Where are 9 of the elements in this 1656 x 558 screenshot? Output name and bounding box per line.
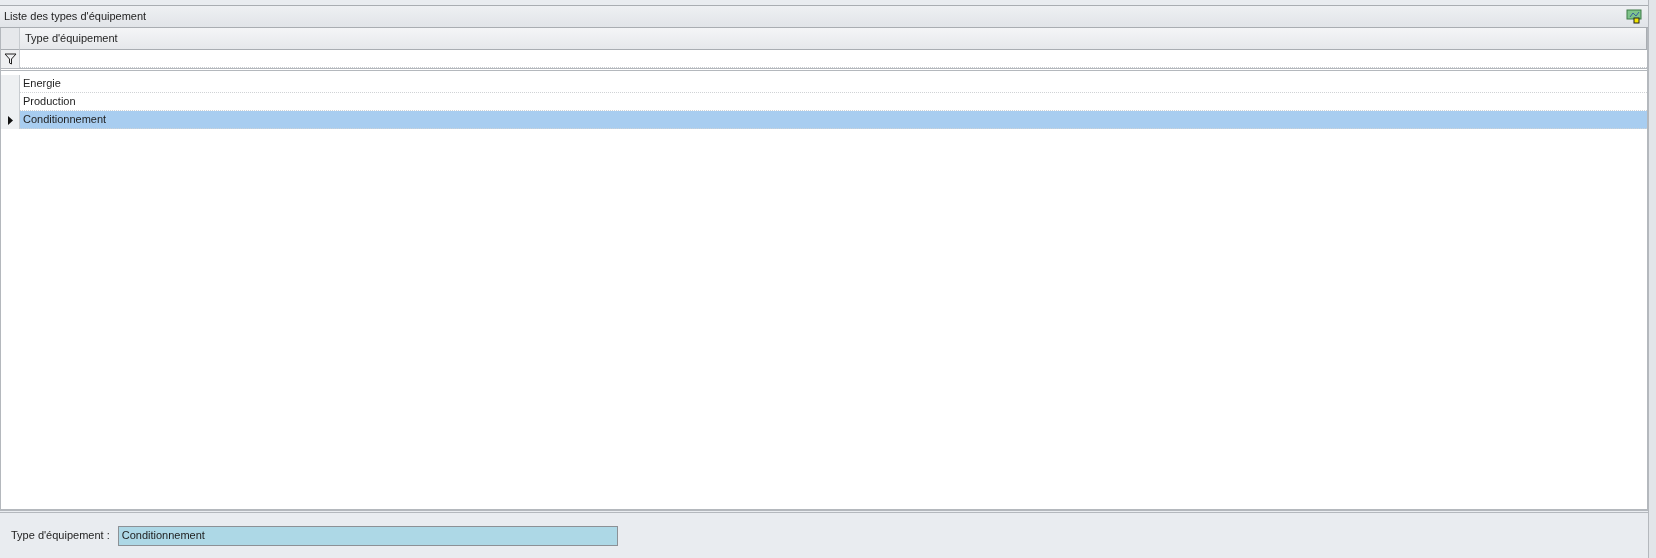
table-cell[interactable]: Energie: [20, 75, 1647, 93]
column-header[interactable]: Type d'équipement: [20, 28, 1647, 50]
row-header[interactable]: [1, 111, 20, 129]
export-icon[interactable]: [1626, 9, 1642, 24]
filter-icon[interactable]: [3, 53, 17, 65]
type-field[interactable]: Conditionnement: [117, 525, 618, 546]
field-label: Type d'équipement :: [11, 528, 110, 544]
table-cell[interactable]: Conditionnement: [20, 111, 1647, 129]
panel-title: Liste des types d'équipement: [4, 9, 147, 25]
